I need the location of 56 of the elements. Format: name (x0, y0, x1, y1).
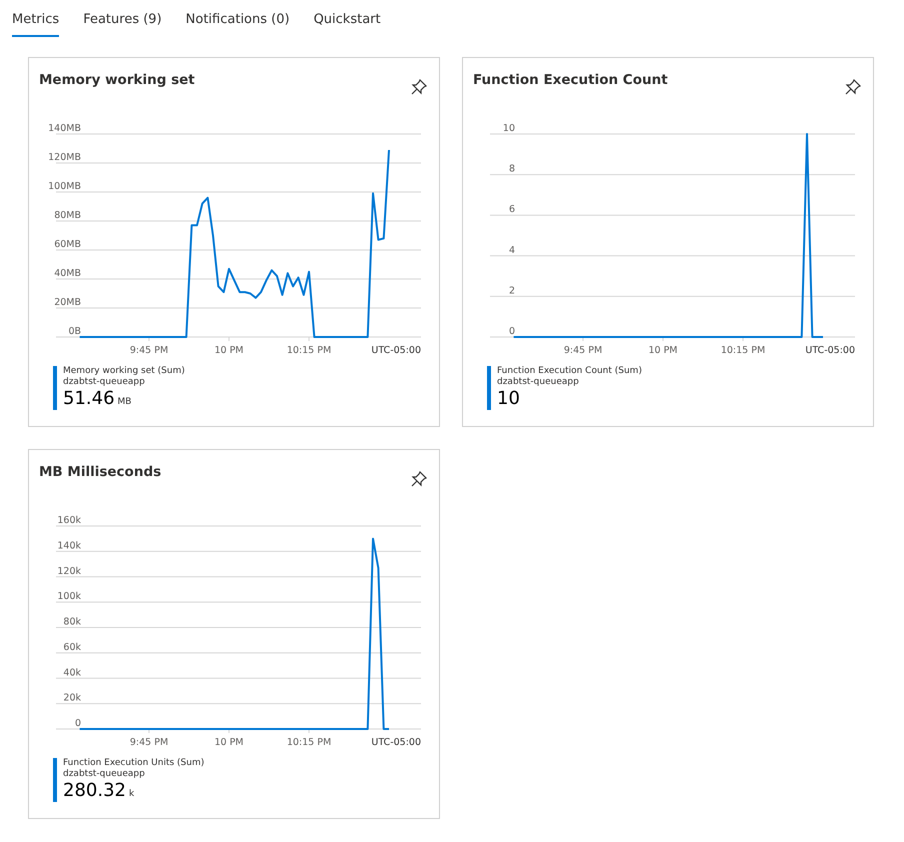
legend-bar (53, 758, 57, 802)
legend-value: 10 (497, 388, 520, 410)
chart-title: Function Execution Count (473, 72, 668, 90)
timezone-label: UTC-05:00 (371, 737, 421, 748)
y-axis-label: 20k (63, 692, 81, 704)
tab[interactable]: Metrics (12, 8, 60, 37)
x-axis-label: 10 PM (648, 345, 678, 356)
legend-unit: k (128, 789, 134, 799)
chart-title: Memory working set (39, 72, 195, 90)
y-axis-label: 6 (508, 204, 515, 216)
y-axis-label: 2 (508, 285, 515, 296)
x-axis-label: 10:15 PM (286, 345, 332, 356)
x-axis-label: 9:45 PM (564, 345, 602, 356)
y-axis-label: 0B (68, 326, 81, 337)
x-axis-label: 10 PM (214, 345, 244, 356)
x-axis-label: 10 PM (214, 737, 244, 748)
legend-value: 280.32 (63, 780, 126, 802)
y-axis-label: 80MB (54, 210, 81, 221)
y-axis-label: 40k (63, 667, 81, 678)
legend-resource: dzabtst-queueapp (63, 769, 146, 780)
legend-bar (53, 366, 57, 410)
y-axis-label: 100MB (48, 181, 81, 192)
legend-value: 51.46 (63, 388, 115, 410)
tab[interactable]: Quickstart (314, 8, 381, 37)
y-axis-label: 4 (508, 244, 515, 256)
x-axis-label: 9:45 PM (130, 345, 168, 356)
timezone-label: UTC-05:00 (805, 345, 855, 356)
legend-unit: MB (118, 397, 132, 407)
chart-title: MB Milliseconds (39, 464, 162, 482)
legend-metric: Function Execution Units (Sum) (63, 758, 204, 769)
y-axis-label: 140k (57, 540, 81, 552)
y-axis-label: 10 (502, 123, 515, 134)
y-axis-label: 0 (508, 326, 515, 337)
x-axis-label: 10:15 PM (720, 345, 766, 356)
y-axis-label: 60k (63, 642, 81, 653)
legend-bar (487, 366, 491, 410)
y-axis-label: 40MB (54, 268, 81, 279)
y-axis-label: 120k (57, 566, 81, 577)
legend-resource: dzabtst-queueapp (497, 377, 580, 388)
y-axis-label: 0 (74, 718, 81, 729)
y-axis-label: 100k (57, 591, 81, 602)
x-axis-label: 9:45 PM (130, 737, 168, 748)
legend-metric: Function Execution Count (Sum) (497, 366, 642, 377)
legend-metric: Memory working set (Sum) (63, 366, 185, 377)
y-axis-label: 60MB (54, 239, 81, 250)
timezone-label: UTC-05:00 (371, 345, 421, 356)
x-axis-label: 10:15 PM (286, 737, 332, 748)
y-axis-label: 160k (57, 515, 81, 526)
y-axis-label: 8 (508, 164, 515, 175)
legend-resource: dzabtst-queueapp (63, 377, 146, 388)
y-axis-label: 120MB (48, 152, 81, 163)
tab[interactable]: Notifications (0) (186, 8, 290, 37)
y-axis-label: 140MB (48, 123, 81, 134)
y-axis-label: 80k (63, 616, 81, 628)
y-axis-label: 20MB (54, 297, 81, 308)
tab[interactable]: Features (9) (83, 8, 162, 37)
